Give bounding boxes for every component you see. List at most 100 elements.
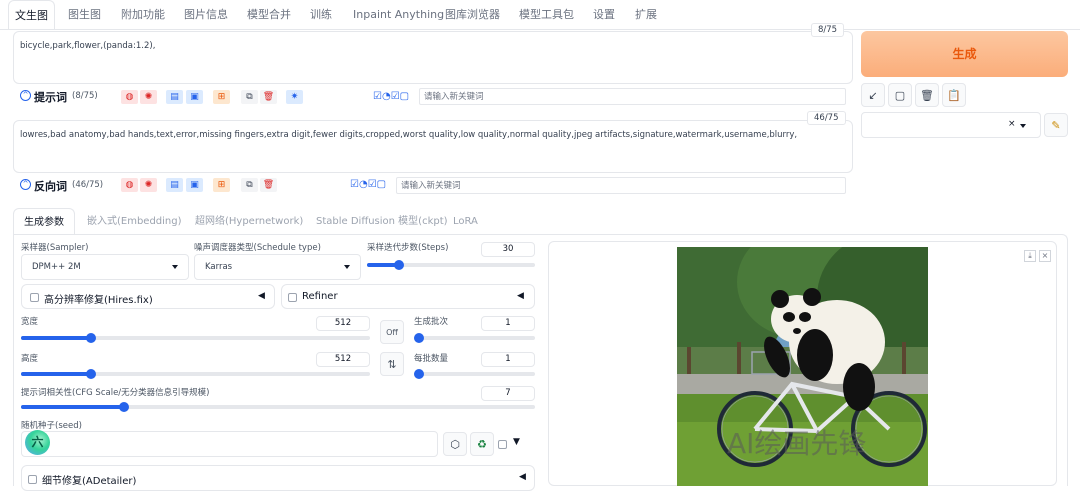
tab-model-merge[interactable]: 模型合并 [247, 0, 291, 30]
steps-slider-thumb[interactable] [393, 260, 404, 270]
sampler-select[interactable]: DPM++ 2M [21, 254, 189, 280]
dice-random-icon[interactable]: ⬡ [443, 432, 467, 456]
negative-keyword-input[interactable]: 请输入新关键词 [396, 177, 846, 194]
clipboard-style-icon[interactable]: 📋 [942, 83, 966, 107]
adetailer-accordion[interactable]: 细节修复(ADetailer) ◀ [21, 465, 535, 491]
clipboard-icon[interactable]: ⧉ [241, 90, 258, 104]
trash-icon[interactable]: 🗑 [260, 90, 277, 104]
width-input[interactable]: 512 [316, 316, 370, 331]
refiner-label: Refiner [302, 291, 338, 302]
tab-train[interactable]: 训练 [310, 0, 332, 30]
bookmark-negative-icon[interactable]: ▣ [186, 178, 203, 192]
copy-prompt-icon[interactable]: ▤ [166, 90, 183, 104]
cfg-slider[interactable] [21, 402, 535, 412]
batch-count-input[interactable]: 1 [481, 316, 535, 331]
generate-button[interactable]: 生成 [861, 31, 1068, 77]
download-icon[interactable]: ⤓ [1024, 250, 1036, 262]
batch-count-slider[interactable] [414, 333, 535, 343]
negative-keyword-toggle-icons[interactable]: ☑◔☑▢ [350, 179, 386, 190]
hires-fix-label: 高分辨率修复(Hires.fix) [44, 295, 153, 306]
batch-count-slider-thumb[interactable] [414, 333, 424, 343]
adetailer-checkbox[interactable] [28, 475, 37, 484]
steps-input[interactable]: 30 [481, 242, 535, 257]
tab-hypernetwork[interactable]: 超网络(Hypernetwork) [195, 208, 303, 235]
collapse-prompt-icon[interactable]: ^ [20, 90, 31, 101]
width-slider[interactable] [21, 333, 370, 343]
height-input[interactable]: 512 [316, 352, 370, 367]
steps-label: 采样迭代步数(Steps) [367, 243, 449, 253]
collapse-arrow-icon[interactable]: ◀ [258, 291, 265, 301]
cfg-input[interactable]: 7 [481, 386, 535, 401]
batch-size-slider[interactable] [414, 369, 535, 379]
trash-style-icon[interactable]: 🗑 [915, 83, 939, 107]
copy-negative-icon[interactable]: ▤ [166, 178, 183, 192]
steps-slider[interactable] [367, 260, 535, 270]
edit-style-icon[interactable]: ✎ [1044, 113, 1068, 137]
width-label: 宽度 [21, 317, 39, 327]
tab-img2img[interactable]: 图生图 [68, 0, 101, 30]
trash-negative-icon[interactable]: 🗑 [260, 178, 277, 192]
collapse-arrow-icon[interactable]: ◀ [519, 472, 526, 482]
collapse-negative-icon[interactable]: ^ [20, 179, 31, 190]
negative-token-counter: 46/75 [807, 111, 846, 125]
tab-generation-params[interactable]: 生成参数 [13, 208, 75, 235]
batch-size-slider-thumb[interactable] [414, 369, 424, 379]
paste-icon[interactable]: ▢ [888, 83, 912, 107]
extra-seed-checkbox[interactable] [498, 440, 507, 449]
tab-extras[interactable]: 附加功能 [121, 0, 165, 30]
tab-png-info[interactable]: 图片信息 [184, 0, 228, 30]
seed-extra-arrow-icon[interactable]: ▼ [513, 437, 520, 447]
tab-lora[interactable]: LoRA [453, 208, 478, 235]
clear-style-icon[interactable]: × [1008, 119, 1016, 129]
prompt-label: 提示词 [34, 91, 67, 104]
styles-dropdown[interactable]: × [861, 112, 1041, 138]
prompt-textarea[interactable]: bicycle,park,flower,(panda:1.2), [13, 31, 853, 84]
schedule-select[interactable]: Karras [194, 254, 361, 280]
width-slider-thumb[interactable] [85, 333, 96, 343]
history-negative-icon[interactable]: ⊞ [213, 178, 230, 192]
height-slider[interactable] [21, 369, 370, 379]
keyword-toggle-icons[interactable]: ☑◔☑▢ [373, 91, 409, 102]
tab-model-toolkit[interactable]: 模型工具包 [519, 0, 574, 30]
tab-inpaint-anything[interactable]: Inpaint Anything [353, 0, 444, 30]
aspect-lock-off-button[interactable]: Off [380, 320, 404, 344]
negative-label: 反向词 [34, 180, 67, 193]
tab-divider [0, 29, 1080, 30]
sampler-value: DPM++ 2M [32, 262, 81, 272]
recycle-seed-icon[interactable]: ♻ [470, 432, 494, 456]
height-slider-thumb[interactable] [85, 369, 96, 379]
tab-gallery-browser[interactable]: 图库浏览器 [445, 0, 500, 30]
prompt-keyword-input[interactable]: 请输入新关键词 [419, 88, 846, 105]
settings-gear-icon[interactable]: ✺ [140, 90, 157, 104]
seed-input[interactable] [21, 431, 438, 457]
settings-negative-icon[interactable]: ✺ [140, 178, 157, 192]
refiner-accordion[interactable]: Refiner ◀ [281, 284, 535, 309]
clipboard-negative-icon[interactable]: ⧉ [241, 178, 258, 192]
hires-fix-accordion[interactable]: 高分辨率修复(Hires.fix) ◀ [21, 284, 275, 309]
tab-txt2img[interactable]: 文生图 [8, 0, 55, 30]
adetailer-label: 细节修复(ADetailer) [42, 476, 137, 487]
tab-settings[interactable]: 设置 [593, 0, 615, 30]
batch-size-input[interactable]: 1 [481, 352, 535, 367]
batch-size-label: 每批数量 [414, 354, 449, 364]
refiner-checkbox[interactable] [288, 293, 297, 302]
translate-icon[interactable]: ◍ [121, 90, 138, 104]
bookmark-icon[interactable]: ▣ [186, 90, 203, 104]
hires-fix-checkbox[interactable] [30, 293, 39, 302]
chevron-down-icon [172, 265, 178, 269]
seed-label: 随机种子(seed) [21, 421, 82, 431]
ai-gear-icon[interactable]: ✷ [286, 90, 303, 104]
schedule-label: 噪声调度器类型(Schedule type) [194, 243, 321, 253]
cfg-slider-thumb[interactable] [118, 402, 129, 412]
swap-dimensions-icon[interactable]: ⇅ [380, 352, 404, 376]
tab-checkpoint[interactable]: Stable Diffusion 模型(ckpt) [316, 208, 448, 235]
collapse-arrow-icon[interactable]: ◀ [517, 291, 524, 301]
watermark: AI绘画先锋 [727, 427, 867, 460]
history-icon[interactable]: ⊞ [213, 90, 230, 104]
tab-embedding[interactable]: 嵌入式(Embedding) [87, 208, 182, 235]
translate-negative-icon[interactable]: ◍ [121, 178, 138, 192]
read-params-icon[interactable]: ↙ [861, 83, 885, 107]
tab-extensions[interactable]: 扩展 [635, 0, 657, 30]
negative-prompt-textarea[interactable]: lowres,bad anatomy,bad hands,text,error,… [13, 120, 853, 173]
close-icon[interactable]: × [1039, 250, 1051, 262]
